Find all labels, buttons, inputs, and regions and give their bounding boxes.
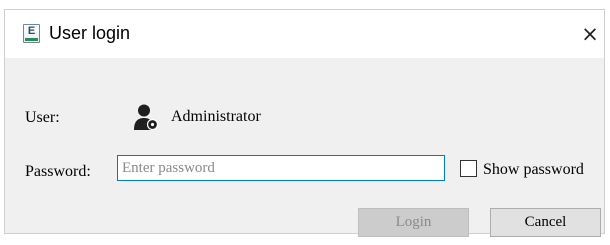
user-name: Administrator: [171, 108, 261, 125]
close-icon[interactable]: ×: [579, 23, 601, 45]
user-label: User:: [25, 109, 60, 126]
app-icon-base: [25, 38, 38, 41]
window-title: User login: [49, 23, 131, 43]
user-admin-icon: [134, 104, 159, 131]
title-bar: E User login ×: [5, 10, 604, 58]
password-label: Password:: [25, 163, 91, 180]
user-login-dialog: E User login × User: Administrator Passw…: [4, 9, 605, 237]
show-password-checkbox[interactable]: [460, 160, 477, 177]
app-icon: E: [23, 24, 40, 43]
page: E User login × User: Administrator Passw…: [0, 0, 610, 245]
show-password-label[interactable]: Show password: [483, 160, 584, 180]
cancel-button[interactable]: Cancel: [490, 208, 601, 237]
login-button[interactable]: Login: [358, 208, 469, 237]
app-icon-letter: E: [27, 25, 36, 37]
password-input[interactable]: [117, 155, 445, 181]
